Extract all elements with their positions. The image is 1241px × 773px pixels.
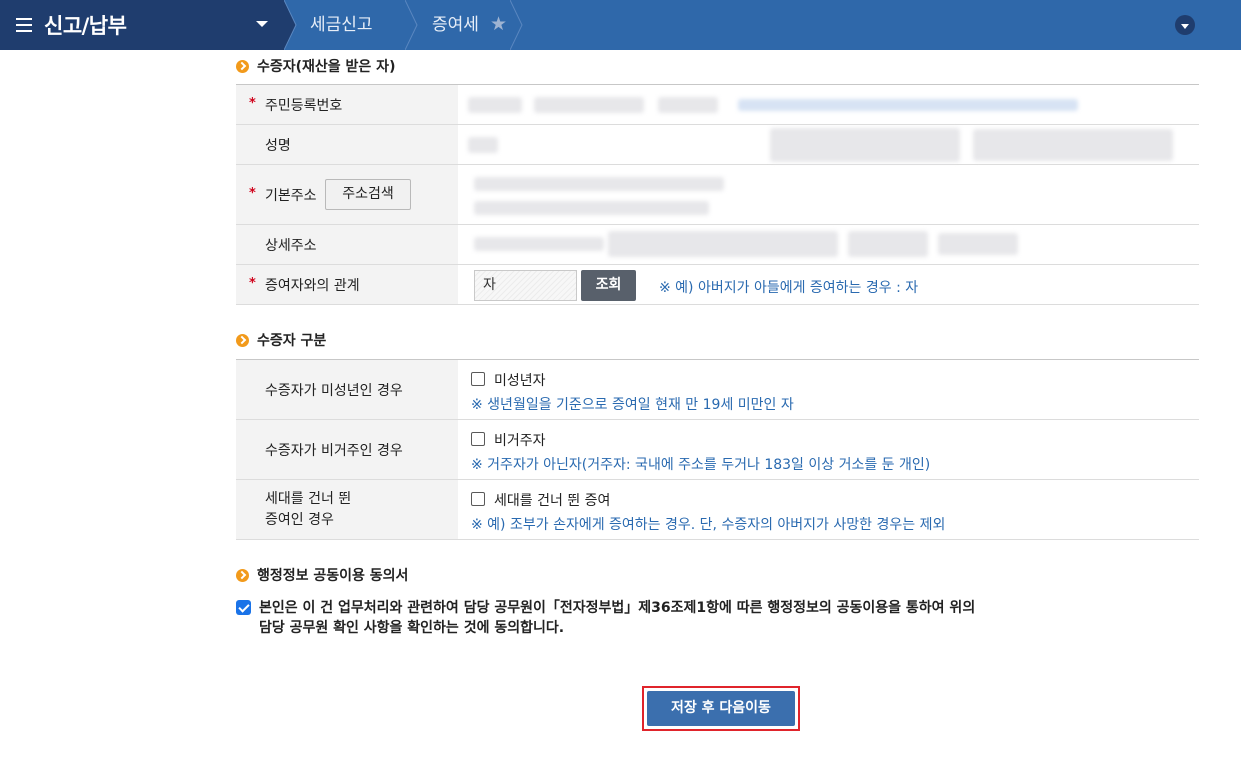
breadcrumb-separator [405, 0, 418, 50]
caret-down-icon[interactable] [256, 21, 268, 27]
consent-text-line: 담당 공무원 확인 사항을 확인하는 것에 동의합니다. [259, 620, 565, 636]
consent-checkbox[interactable] [236, 600, 251, 615]
minor-checkbox[interactable] [471, 372, 485, 386]
redacted-value [658, 97, 718, 113]
row-header: 성명 [236, 125, 458, 164]
relation-lookup-button[interactable]: 조회 [581, 270, 636, 301]
row-header: 수증자가 미성년인 경우 [236, 360, 458, 419]
row-header-label: 수증자가 비거주인 경우 [265, 442, 403, 459]
skip-generation-checkbox-label[interactable]: 세대를 건너 뛴 증여 [494, 490, 610, 510]
row-header: * 증여자와의 관계 [236, 265, 458, 304]
redacted-value [973, 129, 1173, 161]
star-icon[interactable]: ★ [490, 13, 507, 35]
row-header: 수증자가 비거주인 경우 [236, 420, 458, 479]
section-title-text: 수증자 구분 [257, 333, 327, 349]
required-icon: * [249, 275, 256, 291]
address-detail-field[interactable] [458, 225, 1199, 264]
section-title-consent: 행정정보 공동이용 동의서 [236, 565, 408, 585]
skip-generation-note: ※ 예) 조부가 손자에게 증여하는 경우. 단, 수증자의 아버지가 사망한 … [471, 517, 946, 533]
redacted-value [474, 201, 709, 215]
save-and-next-button[interactable]: 저장 후 다음이동 [647, 691, 795, 726]
section-title-donee: 수증자(재산을 받은 자) [236, 56, 395, 76]
breadcrumb-gift-tax[interactable]: 증여세 [432, 0, 479, 50]
section-title-text: 행정정보 공동이용 동의서 [257, 568, 409, 584]
redacted-value [468, 137, 498, 153]
menu-title[interactable]: 신고/납부 [44, 10, 127, 40]
redacted-value [848, 231, 928, 257]
redacted-value [770, 128, 960, 162]
redacted-value [534, 97, 644, 113]
redacted-value [474, 177, 724, 191]
row-header-label: 증여인 경우 [265, 511, 334, 528]
address-search-button[interactable]: 주소검색 [325, 179, 411, 210]
redacted-value [738, 99, 1078, 111]
table-row: 성명 [236, 125, 1199, 165]
category-table: 수증자가 미성년인 경우 수증자가 비거주인 경우 세대를 건너 뛴 증여인 경… [236, 359, 1199, 540]
nonresident-note: ※ 거주자가 아닌자(거주자: 국내에 주소를 두거나 183일 이상 거소를 … [471, 457, 931, 473]
row-header: * 주민등록번호 [236, 85, 458, 124]
menu-icon[interactable] [16, 18, 32, 32]
relation-note: ※ 예) 아버지가 아들에게 증여하는 경우 : 자 [659, 280, 919, 296]
section-title-category: 수증자 구분 [236, 330, 326, 350]
top-navigation-bar: 신고/납부 세금신고 증여세 ★ [0, 0, 1241, 50]
row-header-label: 주민등록번호 [265, 97, 343, 114]
row-header-label: 증여자와의 관계 [265, 277, 360, 294]
table-row: * 주민등록번호 [236, 85, 1199, 125]
chevron-down-icon[interactable] [1175, 15, 1195, 35]
save-button-highlight: 저장 후 다음이동 [642, 686, 800, 731]
consent-text-line: 본인은 이 건 업무처리와 관련하여 담당 공무원이「전자정부법」제36조제1항… [259, 600, 976, 616]
row-header-label: 세대를 건너 뛴 [265, 490, 352, 507]
bullet-icon [236, 333, 249, 347]
row-header-label: 성명 [265, 137, 291, 154]
breadcrumb-tax-filing[interactable]: 세금신고 [310, 0, 373, 50]
row-header-label: 기본주소 [265, 187, 317, 204]
row-header: 상세주소 [236, 225, 458, 264]
required-icon: * [249, 185, 256, 201]
bullet-icon [236, 59, 249, 73]
menu-toggle[interactable]: 신고/납부 [0, 0, 284, 50]
name-field[interactable] [458, 125, 1199, 164]
minor-checkbox-label[interactable]: 미성년자 [494, 370, 546, 390]
redacted-value [938, 233, 1018, 255]
required-icon: * [249, 95, 256, 111]
nonresident-checkbox-label[interactable]: 비거주자 [494, 430, 546, 450]
consent-text[interactable]: 본인은 이 건 업무처리와 관련하여 담당 공무원이「전자정부법」제36조제1항… [259, 598, 975, 638]
address-field [458, 165, 1199, 224]
minor-note: ※ 생년월일을 기준으로 증여일 현재 만 19세 미만인 자 [471, 397, 794, 413]
section-title-text: 수증자(재산을 받은 자) [257, 59, 396, 75]
breadcrumb-separator [510, 0, 523, 50]
table-row: 상세주소 [236, 225, 1199, 265]
relation-input[interactable]: 자 [474, 270, 577, 301]
row-header: 세대를 건너 뛴 증여인 경우 [236, 480, 458, 539]
redacted-value [474, 237, 604, 251]
nonresident-checkbox[interactable] [471, 432, 485, 446]
row-header-label: 상세주소 [265, 237, 317, 254]
bullet-icon [236, 568, 249, 582]
redacted-value [608, 231, 838, 257]
rrn-field[interactable] [458, 85, 1199, 124]
skip-generation-checkbox[interactable] [471, 492, 485, 506]
redacted-value [468, 97, 522, 113]
row-header-label: 수증자가 미성년인 경우 [265, 382, 403, 399]
